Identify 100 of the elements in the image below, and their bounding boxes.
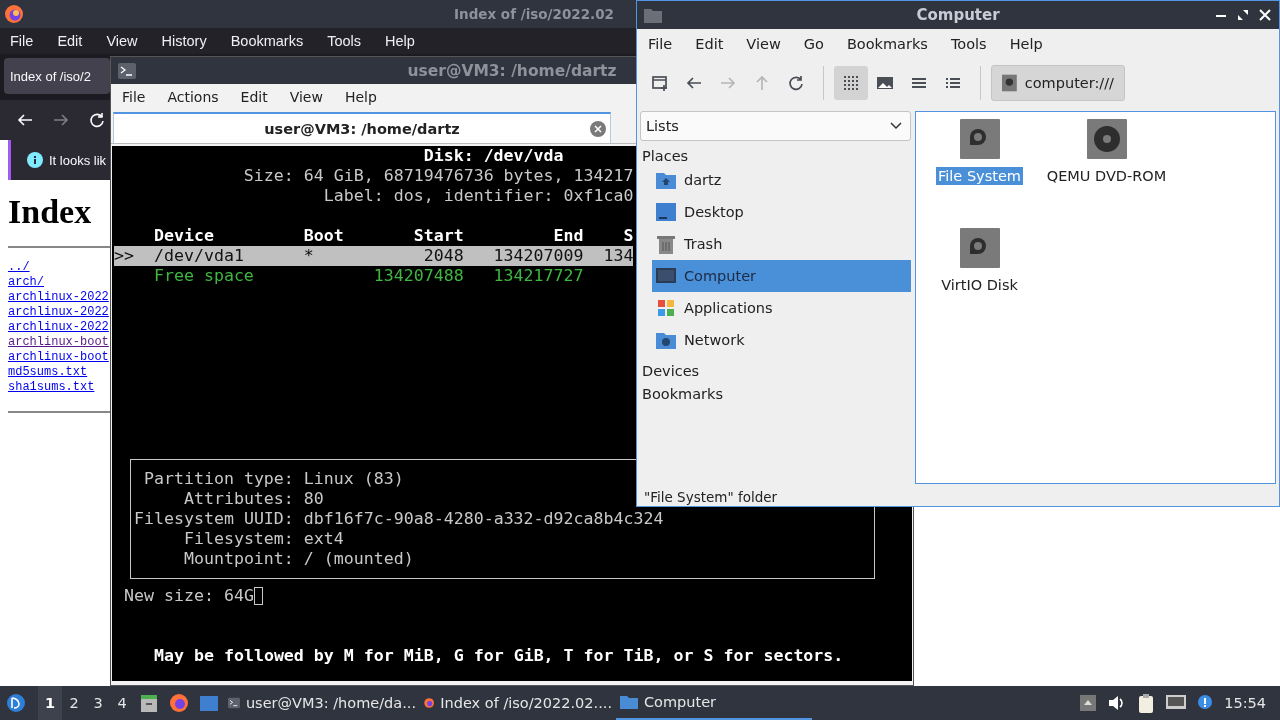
menu-item[interactable]: View [289, 89, 323, 105]
menu-item[interactable]: Edit [240, 89, 268, 105]
menu-item[interactable]: Go [803, 36, 824, 52]
workspace-button[interactable]: 3 [86, 686, 110, 720]
folder-icon [620, 693, 638, 711]
image-icon [876, 74, 894, 92]
column-header: End [552, 226, 584, 246]
fox-icon[interactable] [169, 693, 189, 713]
window-title: Index of /iso/2022.02 [454, 6, 614, 22]
disk-info-text: Label: dos, identifier: 0xf1ca0 [323, 186, 634, 205]
path-button[interactable]: computer:/// [991, 65, 1125, 101]
partition-row[interactable]: Free space 134207488 134217727 [114, 266, 634, 286]
place-item[interactable]: Trash [652, 228, 911, 260]
menu-item[interactable]: Actions [167, 89, 219, 105]
detail-value: 80 [303, 489, 324, 509]
file-link[interactable]: archlinux-2022 [8, 320, 109, 335]
detail-label: Attributes: [182, 489, 294, 509]
table-cell: Free space [153, 266, 254, 285]
clipboard-icon[interactable] [1138, 693, 1155, 713]
file-link[interactable]: arch/ [8, 275, 44, 290]
task-button[interactable]: Index of /iso/2022.02.... [420, 686, 616, 720]
close-icon[interactable] [1259, 9, 1271, 21]
file-link[interactable]: archlinux-boot [8, 350, 109, 365]
menu-item[interactable]: Tools [950, 36, 987, 52]
menu-item[interactable]: Edit [695, 36, 724, 52]
terminal-icon [118, 62, 136, 79]
menu-item[interactable]: View [106, 33, 138, 49]
place-item[interactable]: Computer [652, 260, 911, 292]
column-header: S [622, 226, 634, 246]
menu-item[interactable]: Bookmarks [230, 33, 304, 49]
alert-icon[interactable] [1198, 695, 1213, 711]
menu-item[interactable]: Help [1009, 36, 1043, 52]
detail-value: Linux (83) [303, 469, 404, 489]
place-item[interactable]: dartz [652, 164, 911, 196]
menu-item[interactable]: Tools [327, 33, 362, 49]
chevron-down-icon [890, 122, 902, 130]
menu-item[interactable]: View [746, 36, 781, 52]
menu-item[interactable]: Edit [57, 33, 83, 49]
maximize-icon[interactable] [1237, 9, 1249, 21]
place-item[interactable]: Network [652, 324, 911, 356]
icons-view-button[interactable] [834, 66, 868, 100]
menu-item[interactable]: File [10, 33, 34, 49]
menu-item[interactable]: File [648, 36, 673, 52]
file-link[interactable]: archlinux-2022 [8, 305, 109, 320]
section-heading[interactable]: Devices [640, 356, 911, 379]
window-title: Computer [916, 6, 1000, 24]
task-button[interactable]: user@VM3: /home/da... [224, 686, 420, 720]
file-link[interactable]: archlinux-boot [8, 335, 109, 350]
file-item-label[interactable]: QEMU DVD-ROM [1044, 167, 1169, 185]
browser-tab[interactable]: Index of /iso/2 [4, 58, 110, 94]
file-link[interactable]: archlinux-2022 [8, 290, 109, 305]
file-cabinet-icon[interactable] [139, 693, 159, 713]
task-button[interactable]: Computer [616, 686, 812, 720]
status-text: "File System" folder [643, 488, 779, 506]
table-cell: 134207488 [373, 266, 464, 285]
place-item[interactable]: Applications [652, 292, 911, 324]
hint-text: May be followed by M for MiB, G for GiB, T for TiB, or S for sectors. [154, 646, 845, 666]
workspace-button[interactable]: 4 [110, 686, 134, 720]
folder-icon [644, 7, 662, 23]
desktop-icon [655, 201, 677, 223]
workspace-button[interactable]: 2 [62, 686, 86, 720]
tray-expand-icon[interactable] [1080, 695, 1097, 711]
partition-row[interactable]: >> /dev/vda1 * 2048 134207009 134 [114, 246, 634, 266]
file-link[interactable]: ../ [8, 260, 30, 275]
drive-icon[interactable] [959, 119, 1000, 159]
section-heading[interactable]: Bookmarks [640, 379, 911, 402]
detail-label: Partition type: [143, 469, 294, 489]
clock[interactable]: 15:54 [1224, 695, 1266, 711]
column-header: Device [153, 226, 215, 246]
trash-icon [655, 233, 677, 255]
apps-icon [655, 297, 677, 319]
desktop-icon[interactable] [199, 693, 219, 713]
detail-value: / (mounted) [303, 549, 414, 569]
drive-icon [1002, 74, 1017, 92]
table-cell: 134217727 [493, 266, 584, 285]
menu-item[interactable]: Bookmarks [846, 36, 928, 52]
detail-label: Filesystem: [182, 529, 294, 549]
file-link[interactable]: md5sums.txt [8, 365, 88, 380]
terminal-tab[interactable]: user@VM3: /home/dartz [113, 112, 611, 143]
disc-drive-icon[interactable] [1086, 119, 1127, 159]
menu-item[interactable]: File [122, 89, 146, 105]
file-item-label[interactable]: VirtIO Disk [939, 276, 1020, 294]
page-heading: Index [8, 192, 92, 232]
place-item[interactable]: Desktop [652, 196, 911, 228]
side-pane-dropdown[interactable]: Lists [640, 111, 911, 141]
start-menu-icon[interactable] [6, 693, 26, 713]
table-cell: 134 [603, 246, 634, 265]
file-link[interactable]: sha1sums.txt [8, 380, 95, 395]
section-heading[interactable]: Places [640, 141, 911, 164]
workspace-button[interactable]: 1 [38, 686, 62, 720]
menu-item[interactable]: Help [344, 89, 377, 105]
cursor-marker: >> [114, 246, 134, 265]
menu-item[interactable]: Help [385, 33, 415, 49]
menu-item[interactable]: History [161, 33, 207, 49]
monitor-icon[interactable] [1166, 695, 1187, 711]
fox-icon [4, 4, 24, 24]
grid-icon [842, 74, 860, 92]
reload-icon [787, 74, 805, 92]
detail-value: ext4 [303, 529, 344, 549]
drive-icon[interactable] [959, 228, 1000, 268]
